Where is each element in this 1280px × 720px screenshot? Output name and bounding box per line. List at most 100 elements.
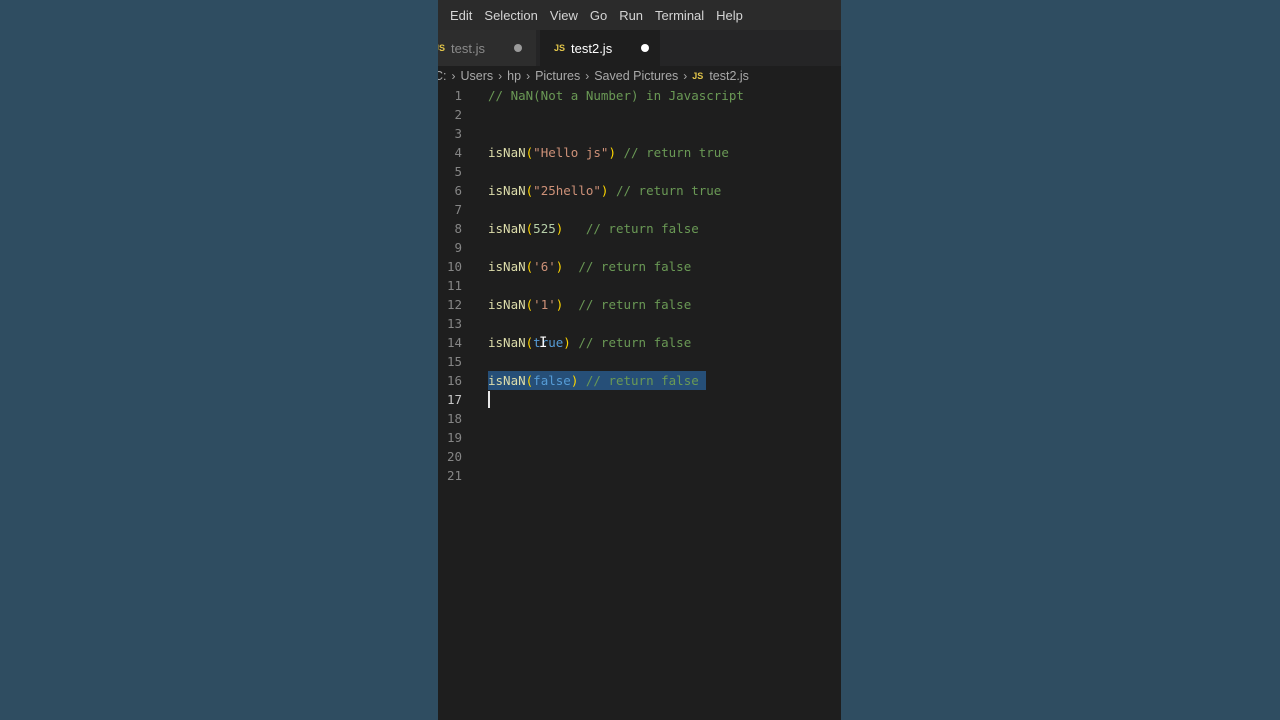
code-line[interactable]: 21	[438, 466, 841, 485]
code-line[interactable]: 12 isNaN('1') // return false	[438, 295, 841, 314]
code-token: // return false	[578, 297, 692, 312]
selected-code-text: isNaN(false) // return false	[488, 371, 707, 390]
code-line[interactable]: 14 isNaN(true) // return false	[438, 333, 841, 352]
code-line[interactable]: 1 // NaN(Not a Number) in Javascript	[438, 86, 841, 105]
line-number: 10	[446, 259, 462, 274]
tab-label: test2.js	[571, 40, 613, 56]
code-line[interactable]: 5	[438, 162, 841, 181]
tab-test-js[interactable]: JS test.js	[438, 30, 536, 66]
code-token: isNaN	[488, 373, 526, 388]
code-line[interactable]: 19	[438, 428, 841, 447]
breadcrumb-file-label: test2.js	[709, 69, 749, 83]
line-number: 7	[454, 202, 462, 217]
breadcrumb-users[interactable]: Users	[459, 69, 496, 83]
chevron-right-icon: ›	[451, 69, 456, 83]
code-token: isNaN	[488, 221, 526, 236]
line-number: 5	[454, 164, 462, 179]
unsaved-dot-icon[interactable]	[514, 44, 522, 52]
text-caret	[488, 391, 490, 408]
menu-help[interactable]: Help	[710, 8, 749, 23]
code-token: isNaN	[488, 335, 526, 350]
code-token: )	[608, 145, 616, 160]
menu-selection[interactable]: Selection	[478, 8, 543, 23]
code-editor[interactable]: 1 // NaN(Not a Number) in Javascript 2 3 4 is…	[438, 86, 841, 720]
code-text: // NaN(Not a Number) in Javascript	[488, 86, 744, 105]
line-number: 2	[454, 107, 462, 122]
line-number: 16	[446, 373, 462, 388]
code-line[interactable]: 3	[438, 124, 841, 143]
line-number: 14	[446, 335, 462, 350]
code-line[interactable]: 18	[438, 409, 841, 428]
javascript-file-icon: JS	[554, 43, 566, 53]
breadcrumb-pictures[interactable]: Pictures	[533, 69, 582, 83]
code-token: isNaN	[488, 183, 526, 198]
line-number: 6	[454, 183, 462, 198]
menu-run[interactable]: Run	[613, 8, 649, 23]
line-number: 13	[446, 316, 462, 331]
line-number: 20	[446, 449, 462, 464]
code-token: )	[563, 335, 571, 350]
code-token: // return false	[585, 221, 699, 236]
menu-go[interactable]: Go	[584, 8, 613, 23]
line-number: 1	[454, 88, 462, 103]
code-line[interactable]: 8 isNaN(525) // return false	[438, 219, 841, 238]
code-line[interactable]: 4 isNaN("Hello js") // return true	[438, 143, 841, 162]
chevron-right-icon: ›	[683, 69, 688, 83]
background-right	[841, 0, 1280, 720]
code-line[interactable]: 20	[438, 447, 841, 466]
menu-edit[interactable]: Edit	[444, 8, 478, 23]
tab-bar: JS test.js JS test2.js	[438, 30, 841, 66]
code-text: isNaN("25hello") // return true	[488, 181, 721, 200]
javascript-file-icon: JS	[438, 43, 446, 53]
code-token: "25hello"	[533, 183, 601, 198]
code-token: true	[533, 335, 564, 350]
unsaved-dot-icon[interactable]	[641, 44, 649, 52]
line-number: 8	[454, 221, 462, 236]
code-token: '1'	[533, 297, 556, 312]
code-text: isNaN('6') // return false	[488, 257, 691, 276]
line-number: 19	[446, 430, 462, 445]
code-line[interactable]: 7	[438, 200, 841, 219]
code-line[interactable]: 9	[438, 238, 841, 257]
code-line[interactable]: 2	[438, 105, 841, 124]
line-number: 17	[446, 392, 462, 407]
code-line[interactable]: 11	[438, 276, 841, 295]
code-line[interactable]: 16 isNaN(false) // return false	[438, 371, 841, 390]
code-line[interactable]: 13	[438, 314, 841, 333]
breadcrumb-root[interactable]: C:	[438, 69, 449, 83]
line-number: 15	[446, 354, 462, 369]
code-token: isNaN	[488, 145, 526, 160]
javascript-file-icon: JS	[692, 71, 704, 81]
vscode-window: Edit Selection View Go Run Terminal Help…	[438, 0, 841, 720]
code-text: isNaN(525) // return false	[488, 219, 699, 238]
breadcrumb-saved-pictures[interactable]: Saved Pictures	[592, 69, 680, 83]
line-number: 12	[446, 297, 462, 312]
code-token: 525	[533, 221, 556, 236]
code-line[interactable]: 10 isNaN('6') // return false	[438, 257, 841, 276]
code-text: isNaN('1') // return false	[488, 295, 691, 314]
tab-test2-js[interactable]: JS test2.js	[540, 30, 660, 66]
code-token: // NaN(Not a Number) in Javascript	[488, 88, 744, 103]
code-text: isNaN("Hello js") // return true	[488, 143, 729, 162]
code-token: // return false	[585, 373, 699, 388]
code-line[interactable]: 15	[438, 352, 841, 371]
chevron-right-icon: ›	[585, 69, 590, 83]
background-left	[0, 0, 438, 720]
code-line[interactable]: 17	[438, 390, 841, 409]
code-line[interactable]: 6 isNaN("25hello") // return true	[438, 181, 841, 200]
line-number: 18	[446, 411, 462, 426]
code-token: '6'	[533, 259, 556, 274]
line-number: 3	[454, 126, 462, 141]
code-token: false	[533, 373, 571, 388]
code-text: isNaN(true) // return false	[488, 333, 691, 352]
breadcrumb-hp[interactable]: hp	[505, 69, 523, 83]
menu-terminal[interactable]: Terminal	[649, 8, 710, 23]
line-number: 11	[446, 278, 462, 293]
breadcrumb-file[interactable]: JS test2.js	[690, 69, 751, 83]
menu-view[interactable]: View	[544, 8, 584, 23]
code-token: // return true	[623, 145, 729, 160]
code-token: isNaN	[488, 297, 526, 312]
